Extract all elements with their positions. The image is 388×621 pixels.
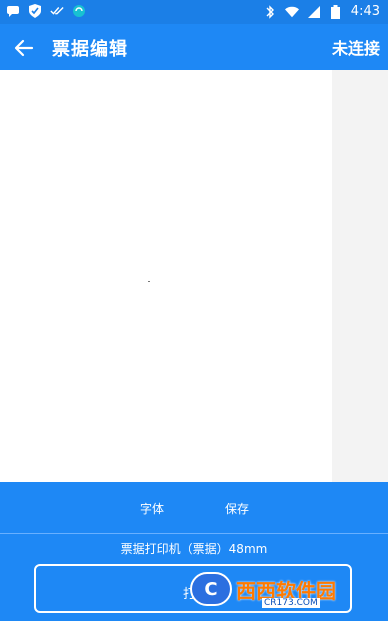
status-time: 4:43 bbox=[350, 4, 380, 19]
sync-icon bbox=[72, 4, 86, 18]
status-bar: 4:43 bbox=[0, 0, 388, 24]
signal-icon bbox=[307, 5, 321, 19]
double-check-icon bbox=[50, 4, 64, 18]
font-button[interactable]: 字体 bbox=[140, 500, 164, 517]
printer-label: 票据打印机（票据）48mm bbox=[120, 542, 268, 556]
page-title: 票据编辑 bbox=[52, 39, 128, 60]
receipt-editor-area bbox=[0, 70, 388, 482]
watermark-logo-icon: C bbox=[190, 572, 232, 606]
app-bar: 票据编辑 未连接 bbox=[0, 24, 388, 70]
toolbar-divider bbox=[0, 533, 388, 534]
receipt-canvas[interactable] bbox=[0, 70, 332, 482]
watermark-sub: CR173.COM bbox=[262, 598, 320, 608]
canvas-dot bbox=[148, 281, 150, 282]
shield-check-icon bbox=[28, 4, 42, 18]
battery-icon bbox=[329, 4, 343, 19]
editor-toolbar: 字体 保存 bbox=[0, 482, 388, 534]
wifi-icon bbox=[284, 5, 299, 19]
save-button[interactable]: 保存 bbox=[225, 500, 249, 517]
bluetooth-off-icon bbox=[263, 4, 277, 19]
watermark: C 西西软件园 CR173.COM bbox=[190, 570, 360, 608]
chat-icon bbox=[6, 4, 20, 18]
back-arrow-icon[interactable] bbox=[12, 36, 36, 60]
connection-status-button[interactable]: 未连接 bbox=[332, 35, 380, 59]
